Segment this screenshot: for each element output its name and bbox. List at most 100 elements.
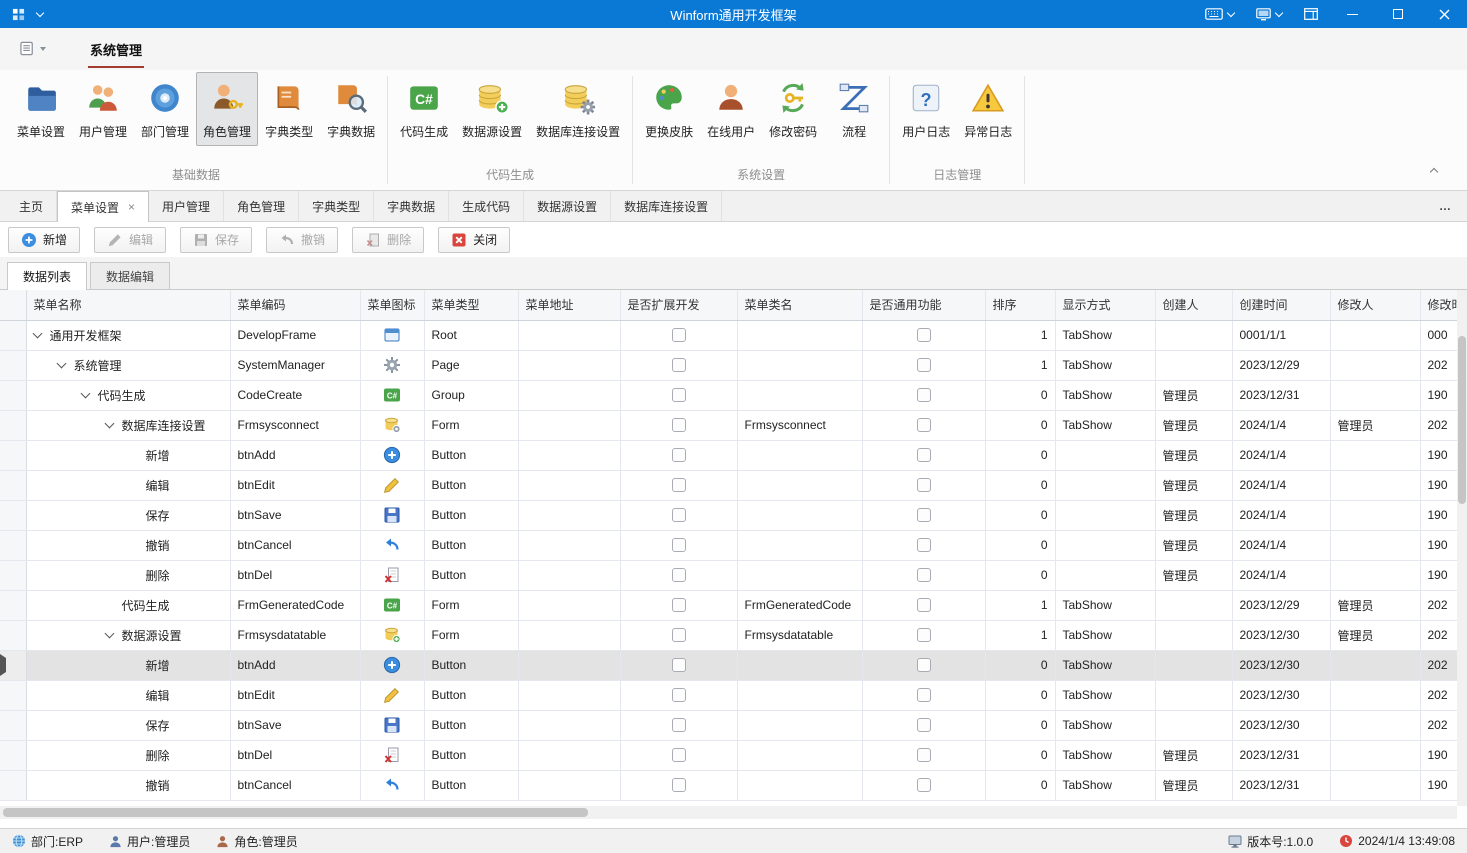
column-header[interactable]: 是否扩展开发 [620, 290, 737, 320]
sort-cell[interactable]: 0 [985, 770, 1055, 800]
modify-time-cell[interactable]: 190 [1420, 770, 1457, 800]
extended-checkbox[interactable] [672, 508, 686, 522]
modify-time-cell[interactable]: 190 [1420, 440, 1457, 470]
modify-time-cell[interactable]: 190 [1420, 470, 1457, 500]
sort-cell[interactable]: 0 [985, 440, 1055, 470]
tab-role-management[interactable]: 角色管理 [224, 191, 299, 221]
menu-classname-cell[interactable] [737, 680, 862, 710]
modify-time-cell[interactable]: 190 [1420, 740, 1457, 770]
modify-time-cell[interactable]: 000 [1420, 320, 1457, 350]
menu-address-cell[interactable] [518, 710, 620, 740]
common-checkbox[interactable] [917, 388, 931, 402]
extended-checkbox[interactable] [672, 538, 686, 552]
column-header[interactable]: 菜单图标 [360, 290, 424, 320]
sort-cell[interactable]: 0 [985, 380, 1055, 410]
modify-time-cell[interactable]: 202 [1420, 680, 1457, 710]
menu-code-cell[interactable]: btnAdd [230, 440, 360, 470]
modify-time-cell[interactable]: 190 [1420, 560, 1457, 590]
column-header[interactable]: 菜单编码 [230, 290, 360, 320]
menu-type-cell[interactable]: Form [424, 590, 518, 620]
menu-name-cell[interactable]: 数据库连接设置 [26, 410, 230, 440]
common-checkbox[interactable] [917, 628, 931, 642]
common-checkbox[interactable] [917, 478, 931, 492]
creator-cell[interactable] [1155, 320, 1232, 350]
menu-classname-cell[interactable] [737, 740, 862, 770]
tab-data-edit[interactable]: 数据编辑 [90, 262, 170, 289]
display-mode-cell[interactable] [1055, 530, 1155, 560]
menu-address-cell[interactable] [518, 410, 620, 440]
menu-name-cell[interactable]: 撤销 [26, 770, 230, 800]
column-header[interactable]: 菜单地址 [518, 290, 620, 320]
menu-classname-cell[interactable] [737, 440, 862, 470]
modify-time-cell[interactable]: 190 [1420, 380, 1457, 410]
menu-code-cell[interactable]: CodeCreate [230, 380, 360, 410]
application-menu-button[interactable] [20, 41, 46, 57]
menu-code-cell[interactable]: btnCancel [230, 770, 360, 800]
modifier-cell[interactable]: 管理员 [1330, 620, 1420, 650]
common-checkbox[interactable] [917, 718, 931, 732]
extended-checkbox[interactable] [672, 658, 686, 672]
create-time-cell[interactable]: 2024/1/4 [1232, 530, 1330, 560]
menu-type-cell[interactable]: Button [424, 770, 518, 800]
sort-cell[interactable]: 1 [985, 590, 1055, 620]
modifier-cell[interactable] [1330, 320, 1420, 350]
sort-cell[interactable]: 0 [985, 410, 1055, 440]
menu-name-cell[interactable]: 新增 [26, 440, 230, 470]
menu-type-cell[interactable]: Button [424, 710, 518, 740]
display-mode-cell[interactable]: TabShow [1055, 680, 1155, 710]
display-mode-cell[interactable]: TabShow [1055, 350, 1155, 380]
modify-time-cell[interactable]: 190 [1420, 500, 1457, 530]
delete-button[interactable]: 删除 [352, 227, 424, 253]
grid-row[interactable]: 代码生成CodeCreateC#Group0TabShow管理员2023/12/… [0, 380, 1457, 410]
display-mode-cell[interactable]: TabShow [1055, 770, 1155, 800]
grid-row[interactable]: 保存btnSaveButton0管理员2024/1/4190 [0, 500, 1457, 530]
menu-code-cell[interactable]: SystemManager [230, 350, 360, 380]
column-header[interactable]: 修改人 [1330, 290, 1420, 320]
menu-name-cell[interactable]: 撤销 [26, 530, 230, 560]
create-time-cell[interactable]: 2023/12/31 [1232, 740, 1330, 770]
ribbon-button-workflow[interactable]: 流程 [824, 72, 884, 146]
tab-menu-settings[interactable]: 菜单设置 × [57, 191, 149, 222]
menu-name-cell[interactable]: 保存 [26, 500, 230, 530]
tab-dict-type[interactable]: 字典类型 [299, 191, 374, 221]
menu-classname-cell[interactable] [737, 470, 862, 500]
theme-select-button[interactable] [1245, 0, 1293, 28]
menu-name-cell[interactable]: 保存 [26, 710, 230, 740]
extended-checkbox[interactable] [672, 388, 686, 402]
menu-classname-cell[interactable] [737, 560, 862, 590]
ribbon-button-change-password[interactable]: 修改密码 [762, 72, 824, 146]
menu-code-cell[interactable]: Frmsysconnect [230, 410, 360, 440]
tree-expander-icon[interactable] [104, 629, 114, 639]
create-time-cell[interactable]: 2023/12/31 [1232, 770, 1330, 800]
creator-cell[interactable] [1155, 620, 1232, 650]
common-checkbox[interactable] [917, 688, 931, 702]
creator-cell[interactable] [1155, 350, 1232, 380]
extended-checkbox[interactable] [672, 778, 686, 792]
menu-address-cell[interactable] [518, 530, 620, 560]
common-checkbox[interactable] [917, 778, 931, 792]
tab-overflow-button[interactable]: … [1423, 191, 1467, 221]
grid-row[interactable]: 数据源设置FrmsysdatatableFormFrmsysdatatable1… [0, 620, 1457, 650]
menu-classname-cell[interactable] [737, 770, 862, 800]
ribbon-button-dict-data[interactable]: 字典数据 [320, 72, 382, 146]
menu-address-cell[interactable] [518, 320, 620, 350]
common-checkbox[interactable] [917, 328, 931, 342]
common-checkbox[interactable] [917, 658, 931, 672]
display-mode-cell[interactable] [1055, 560, 1155, 590]
grid-row[interactable]: 编辑btnEditButton0TabShow2023/12/30202 [0, 680, 1457, 710]
menu-type-cell[interactable]: Button [424, 560, 518, 590]
ribbon-button-exception-log[interactable]: 异常日志 [957, 72, 1019, 146]
creator-cell[interactable]: 管理员 [1155, 770, 1232, 800]
creator-cell[interactable]: 管理员 [1155, 440, 1232, 470]
menu-address-cell[interactable] [518, 680, 620, 710]
ribbon-button-role-management[interactable]: 角色管理 [196, 72, 258, 146]
create-time-cell[interactable]: 2024/1/4 [1232, 470, 1330, 500]
modifier-cell[interactable]: 管理员 [1330, 590, 1420, 620]
creator-cell[interactable] [1155, 680, 1232, 710]
sort-cell[interactable]: 0 [985, 740, 1055, 770]
modifier-cell[interactable] [1330, 560, 1420, 590]
display-mode-cell[interactable] [1055, 440, 1155, 470]
column-header[interactable]: 创建时间 [1232, 290, 1330, 320]
menu-name-cell[interactable]: 通用开发框架 [26, 320, 230, 350]
column-header[interactable]: 菜单名称 [26, 290, 230, 320]
